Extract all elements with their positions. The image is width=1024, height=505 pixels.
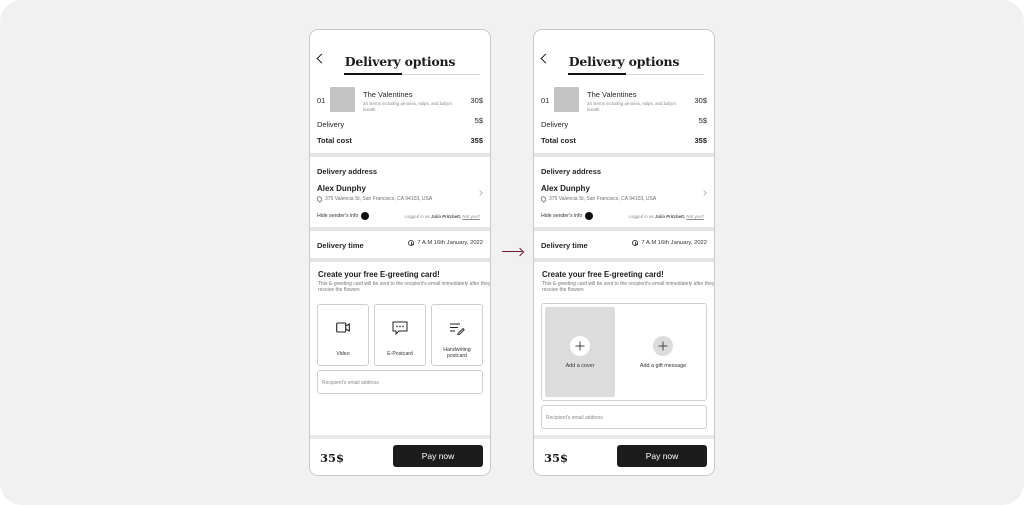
hide-sender-toggle-row: Hide sender's info: [317, 212, 370, 220]
add-cover-label: Add a cover: [565, 363, 595, 369]
pay-now-button[interactable]: Pay now: [617, 445, 707, 467]
footer-total-price: 35$: [544, 451, 569, 465]
logged-in-user: Julia Pritchett.: [654, 214, 686, 219]
option-video[interactable]: Video: [317, 304, 369, 366]
total-cost-label: Total cost: [541, 136, 576, 145]
arrow-right-icon: [502, 251, 522, 253]
add-gift-message-label: Add a gift message: [639, 363, 687, 369]
not-you-link[interactable]: Not you?: [462, 214, 480, 219]
product-name: The Valentines: [363, 90, 413, 99]
clock-icon: [632, 240, 639, 246]
option-epostcard-label: E-Postcard: [387, 351, 413, 357]
recipient-name[interactable]: Alex Dunphy: [317, 184, 366, 193]
logged-in-note: Logged in as Julia Pritchett. Not you?: [405, 214, 480, 219]
option-epostcard[interactable]: E-Postcard: [374, 304, 426, 366]
hide-sender-toggle[interactable]: [585, 212, 594, 220]
logged-in-user: Julia Pritchett.: [430, 214, 462, 219]
delivery-time-value[interactable]: 7 A.M 16th January, 2022: [408, 240, 483, 246]
delivery-address-title: Delivery address: [541, 167, 602, 176]
product-price: 30$: [694, 96, 707, 105]
order-index: 01: [317, 96, 326, 105]
hide-sender-toggle[interactable]: [361, 212, 370, 220]
section-divider: [534, 227, 714, 231]
not-you-link[interactable]: Not you?: [686, 214, 704, 219]
title-underline-active: [568, 73, 626, 75]
plus-icon: [653, 336, 673, 356]
hide-sender-label: Hide sender's info: [317, 213, 359, 219]
delivery-time-value[interactable]: 7 A.M 16th January, 2022: [632, 240, 707, 246]
recipient-name[interactable]: Alex Dunphy: [541, 184, 590, 193]
delivery-time-text: 7 A.M 16th January, 2022: [417, 240, 483, 246]
product-thumbnail: [330, 87, 355, 112]
logged-in-prefix: Logged in as: [628, 214, 654, 219]
title-underline-active: [344, 73, 402, 75]
egreeting-title: Create your free E-greeting card!: [318, 270, 440, 279]
delivery-fee-value: 5$: [698, 116, 707, 125]
hide-sender-label: Hide sender's info: [541, 213, 583, 219]
header: Delivery options: [310, 30, 490, 76]
product-name: The Valentines: [587, 90, 637, 99]
egreeting-description: This E-greeting card will be sent to the…: [542, 281, 715, 294]
title-underline: [568, 73, 704, 75]
clock-icon: [408, 240, 415, 246]
phone-screen-after: Delivery options 01 The Valentines 20 st…: [533, 29, 715, 476]
page-title: Delivery options: [344, 54, 456, 69]
chevron-right-icon[interactable]: [701, 190, 707, 196]
checkout-footer: 35$ Pay now: [534, 435, 714, 475]
plus-icon: [570, 336, 590, 356]
recipient-email-input[interactable]: Recipient's email address: [317, 370, 483, 394]
section-divider: [310, 258, 490, 262]
delivery-fee-label: Delivery: [541, 120, 569, 129]
phone-screen-before: Delivery options 01 The Valentines 20 st…: [309, 29, 491, 476]
product-thumbnail: [554, 87, 579, 112]
hide-sender-toggle-row: Hide sender's info: [541, 212, 594, 220]
total-cost-value: 35$: [470, 136, 483, 145]
delivery-fee-label: Delivery: [317, 120, 345, 129]
delivery-time-label: Delivery time: [541, 241, 588, 250]
pay-now-button[interactable]: Pay now: [393, 445, 483, 467]
egreeting-description: This E-greeting card will be sent to the…: [318, 281, 491, 294]
delivery-fee-value: 5$: [474, 116, 483, 125]
section-divider: [310, 153, 490, 157]
footer-total-price: 35$: [320, 451, 345, 465]
location-pin-icon: [315, 195, 324, 203]
chevron-right-icon[interactable]: [477, 190, 483, 196]
section-divider: [534, 153, 714, 157]
recipient-address-text: 375 Valencia St, San Francisco, CA 94103…: [549, 196, 657, 202]
logged-in-note: Logged in as Julia Pritchett. Not you?: [629, 214, 704, 219]
checkout-footer: 35$ Pay now: [310, 435, 490, 475]
greeting-card-editor: Add a cover Add a gift message: [541, 303, 707, 401]
recipient-address-text: 375 Valencia St, San Francisco, CA 94103…: [325, 196, 433, 202]
add-gift-message-tile[interactable]: Add a gift message: [618, 307, 708, 397]
product-price: 30$: [470, 96, 483, 105]
section-divider: [534, 258, 714, 262]
add-cover-tile[interactable]: Add a cover: [545, 307, 615, 397]
product-description: 20 stems including peonies, tulips, and …: [587, 101, 677, 112]
egreeting-title: Create your free E-greeting card!: [542, 270, 664, 279]
handwriting-icon: [450, 323, 465, 335]
chat-bubble-icon: [392, 321, 408, 335]
title-underline: [344, 73, 480, 75]
video-camera-icon: [336, 322, 350, 333]
option-handwriting-label: Handwriting postcard: [443, 347, 471, 360]
section-divider: [310, 227, 490, 231]
total-cost-value: 35$: [694, 136, 707, 145]
option-video-label: Video: [336, 351, 350, 357]
page-title: Delivery options: [568, 54, 680, 69]
location-pin-icon: [539, 195, 548, 203]
product-description: 20 stems including peonies, tulips, and …: [363, 101, 453, 112]
delivery-address-title: Delivery address: [317, 167, 378, 176]
logged-in-prefix: Logged in as: [404, 214, 430, 219]
recipient-email-input[interactable]: Recipient's email address: [541, 405, 707, 429]
canvas-background: Delivery options 01 The Valentines 20 st…: [0, 0, 1024, 505]
order-index: 01: [541, 96, 550, 105]
header: Delivery options: [534, 30, 714, 76]
delivery-time-text: 7 A.M 16th January, 2022: [641, 240, 707, 246]
recipient-address[interactable]: 375 Valencia St, San Francisco, CA 94103…: [539, 195, 657, 203]
total-cost-label: Total cost: [317, 136, 352, 145]
delivery-time-label: Delivery time: [317, 241, 364, 250]
option-handwriting-postcard[interactable]: Handwriting postcard: [431, 304, 483, 366]
recipient-address[interactable]: 375 Valencia St, San Francisco, CA 94103…: [315, 195, 433, 203]
